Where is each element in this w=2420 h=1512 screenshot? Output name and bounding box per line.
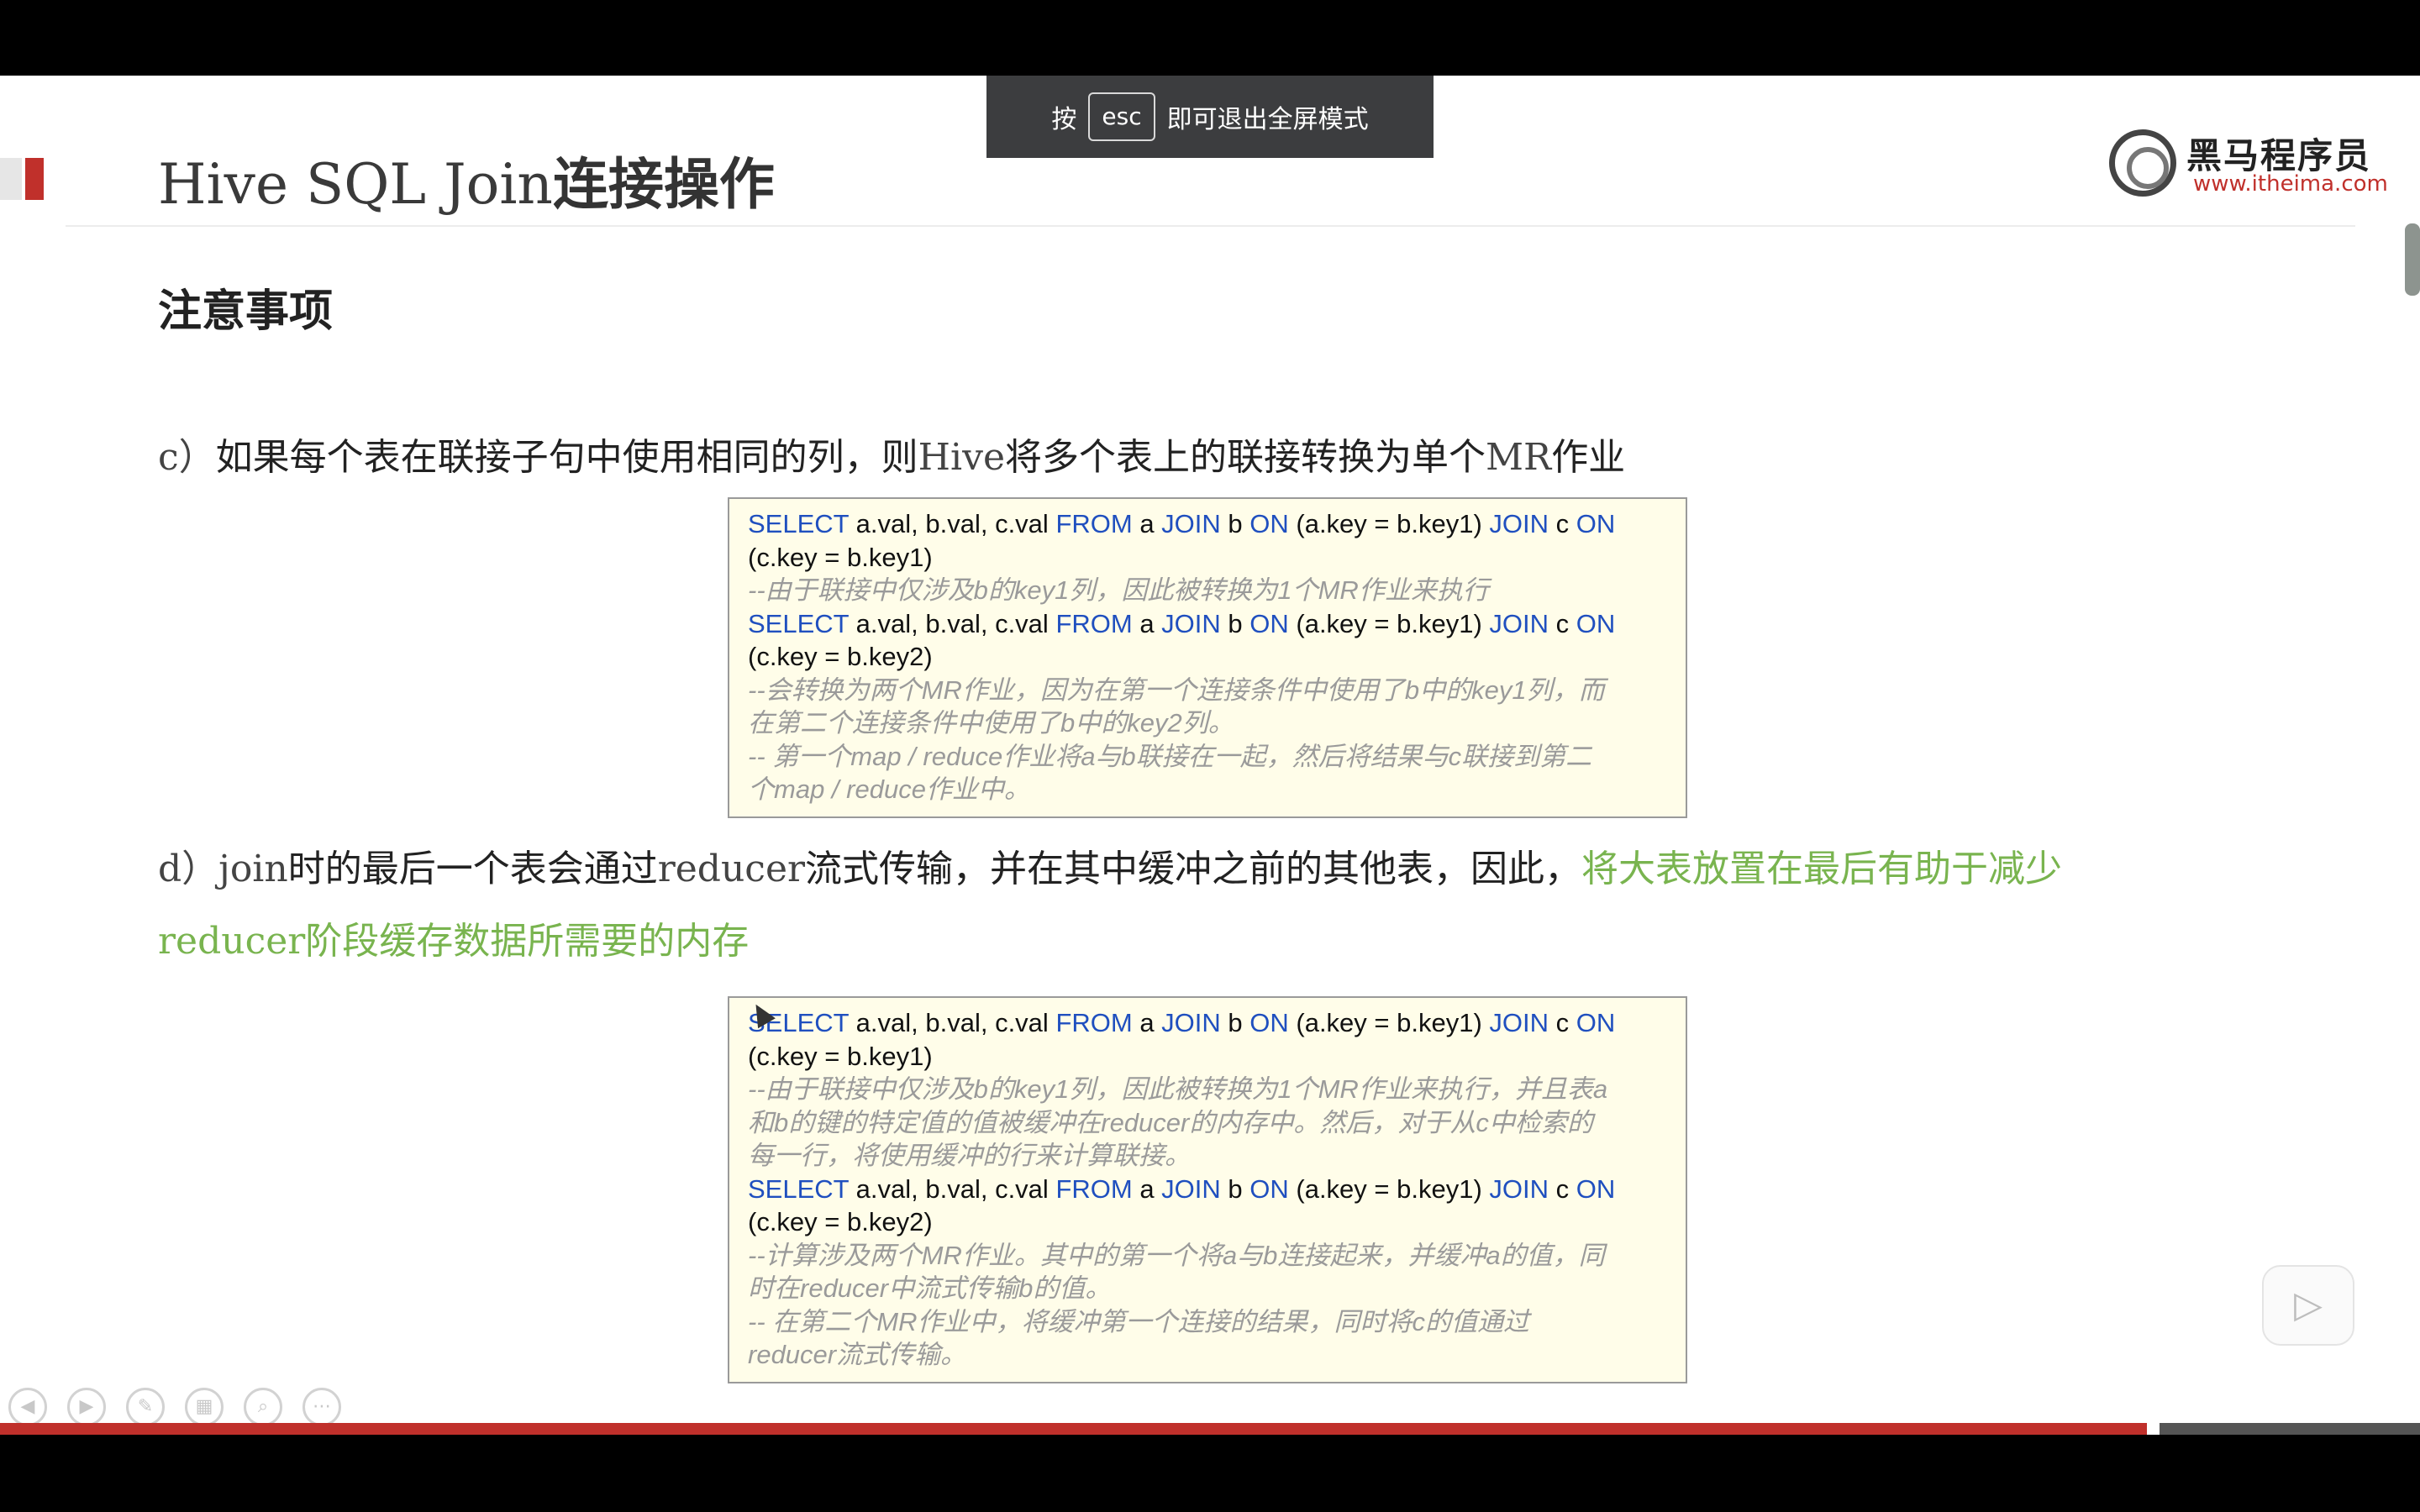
progress-bar xyxy=(0,1423,2147,1435)
code-comment: reducer流式传输。 xyxy=(748,1340,967,1369)
code-line: SELECT a.val, b.val, c.val FROM a JOIN b… xyxy=(748,509,1616,538)
point-c-mr: MR xyxy=(1486,436,1552,479)
point-d-prefix: d） xyxy=(158,848,219,890)
toast-suffix: 即可退出全屏模式 xyxy=(1166,105,1369,134)
zoom-icon[interactable]: ⌕ xyxy=(244,1388,282,1426)
play-icon[interactable]: ▷ xyxy=(2262,1265,2354,1346)
code-comment: --由于联接中仅涉及b的key1列，因此被转换为1个MR作业来执行，并且表a xyxy=(748,1074,1608,1104)
code-line: (c.key = b.key2) xyxy=(748,642,933,671)
itheima-logo: 黑马程序员 www.itheima.com xyxy=(2109,126,2388,202)
code-comment: 时在reducer中流式传输b的值。 xyxy=(748,1273,1112,1303)
point-c-text-2: 将多个表上的联接转换为单个 xyxy=(1005,436,1486,479)
point-c-text-3: 作业 xyxy=(1551,436,1626,479)
code-comment: -- 第一个map / reduce作业将a与b联接在一起，然后将结果与c联接到… xyxy=(748,741,1592,771)
code-block-1: SELECT a.val, b.val, c.val FROM a JOIN b… xyxy=(728,497,1687,818)
fullscreen-toast: 按 esc 即可退出全屏模式 xyxy=(986,76,1434,158)
code-line: SELECT a.val, b.val, c.val FROM a JOIN b… xyxy=(748,1173,1616,1204)
progress-bar-remaining xyxy=(2160,1423,2420,1435)
point-d: d）join时的最后一个表会通过reducer流式传输，并在其中缓冲之前的其他表… xyxy=(158,838,2062,892)
toast-prefix: 按 xyxy=(1051,105,1077,134)
code-comment: --计算涉及两个MR作业。其中的第一个将a与b连接起来，并缓冲a的值，同 xyxy=(748,1240,1605,1270)
point-d-join: join xyxy=(218,848,288,890)
accent-grey xyxy=(0,158,22,200)
point-d-line2: reducer阶段缓存数据所需要的内存 xyxy=(158,911,749,964)
logo-icon xyxy=(2109,129,2176,197)
section-heading: 注意事项 xyxy=(158,286,334,337)
code-line: SELECT a.val, b.val, c.val FROM a JOIN b… xyxy=(748,1008,1616,1037)
code-line: SELECT a.val, b.val, c.val FROM a JOIN b… xyxy=(748,608,1616,638)
pen-icon[interactable]: ✎ xyxy=(126,1388,165,1426)
title-cn: 连接操作 xyxy=(552,152,775,217)
esc-key[interactable]: esc xyxy=(1088,92,1155,141)
more-icon[interactable]: ⋯ xyxy=(302,1388,341,1426)
point-d-text-2: 流式传输，并在其中缓冲之前的其他表，因此， xyxy=(805,848,1582,890)
prev-icon[interactable]: ◀ xyxy=(8,1388,47,1426)
point-d-highlight-reducer: reducer xyxy=(158,920,306,963)
point-c: c）如果每个表在联接子句中使用相同的列，则Hive将多个表上的联接转换为单个MR… xyxy=(158,427,1625,480)
code-comment: --会转换为两个MR作业，因为在第一个连接条件中使用了b中的key1列，而 xyxy=(748,675,1605,705)
next-icon[interactable]: ▶ xyxy=(67,1388,106,1426)
slide-title: Hive SQL Join连接操作 xyxy=(158,139,775,220)
point-d-reducer: reducer xyxy=(657,848,806,890)
code-comment: 在第二个连接条件中使用了b中的key2列。 xyxy=(748,708,1234,738)
point-c-text-1: 如果每个表在联接子句中使用相同的列，则 xyxy=(215,436,918,479)
slide: Hive SQL Join连接操作 黑马程序员 www.itheima.com … xyxy=(0,76,2420,1435)
title-en: Hive SQL Join xyxy=(158,152,553,217)
scroll-handle[interactable] xyxy=(2405,223,2420,296)
title-divider xyxy=(66,225,2355,227)
code-block-2: SELECT a.val, b.val, c.val FROM a JOIN b… xyxy=(728,996,1687,1383)
code-line: (c.key = b.key1) xyxy=(748,542,933,572)
accent-bar xyxy=(25,158,44,200)
grid-icon[interactable]: ▦ xyxy=(185,1388,224,1426)
logo-url: www.itheima.com xyxy=(2193,171,2388,197)
code-comment: -- 在第二个MR作业中，将缓冲第一个连接的结果，同时将c的值通过 xyxy=(748,1306,1529,1336)
point-d-highlight-2: 阶段缓存数据所需要的内存 xyxy=(305,920,750,963)
code-comment: --由于联接中仅涉及b的key1列，因此被转换为1个MR作业来执行 xyxy=(748,575,1489,605)
point-c-hive: Hive xyxy=(918,436,1005,479)
point-c-prefix: c） xyxy=(158,436,216,479)
code-comment: 个map / reduce作业中。 xyxy=(748,774,1030,804)
code-line: (c.key = b.key2) xyxy=(748,1207,933,1236)
code-comment: 和b的键的特定值的值被缓冲在reducer的内存中。然后，对于从c中检索的 xyxy=(748,1107,1593,1137)
point-d-highlight-1: 将大表放置在最后有助于减少 xyxy=(1581,848,2063,890)
point-d-text-1: 时的最后一个表会通过 xyxy=(287,848,658,890)
code-comment: 每一行，将使用缓冲的行来计算联接。 xyxy=(748,1141,1191,1170)
code-line: (c.key = b.key1) xyxy=(748,1041,933,1071)
